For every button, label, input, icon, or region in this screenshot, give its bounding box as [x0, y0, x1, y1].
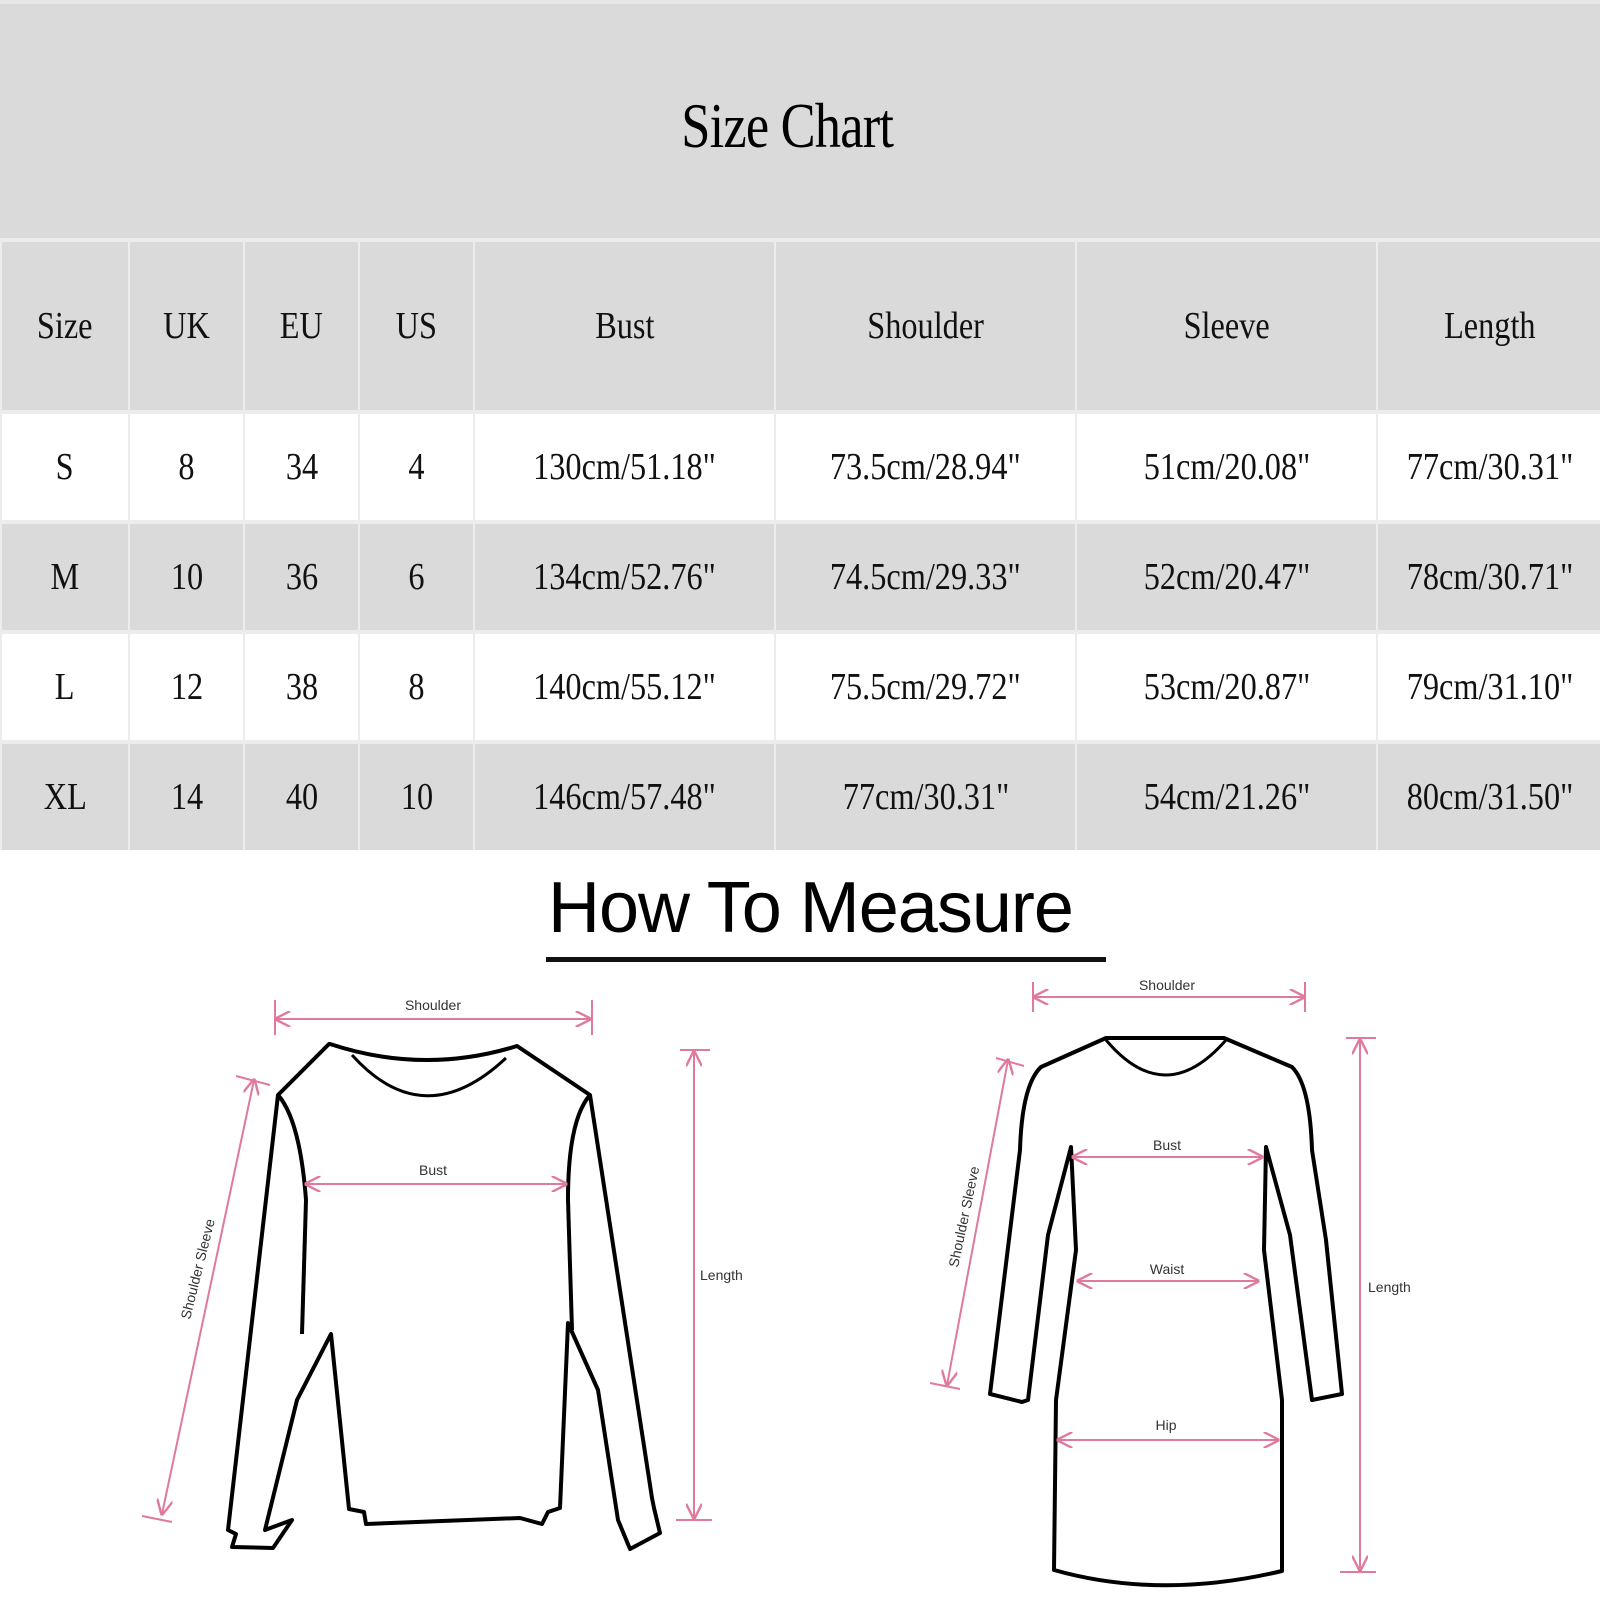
- cell-shoulder: 74.5cm/29.33": [774, 520, 1076, 632]
- dress-waist-label: Waist: [1150, 1261, 1185, 1277]
- how-to-measure-title: How To Measure: [548, 868, 1074, 948]
- tick: [929, 1382, 961, 1390]
- cell-uk: 12: [128, 630, 244, 742]
- cell-length: 79cm/31.10": [1376, 630, 1600, 742]
- header-bust: Bust: [473, 238, 775, 412]
- table-row: L 12 38 8 140cm/55.12" 75.5cm/29.72" 53c…: [0, 630, 1600, 742]
- header-size: Size: [0, 238, 129, 412]
- cell-eu: 36: [243, 520, 359, 632]
- cell-shoulder: 77cm/30.31": [774, 740, 1076, 850]
- size-chart-title: Size Chart: [681, 90, 894, 161]
- dress-bust-label: Bust: [1153, 1137, 1181, 1153]
- cell-uk: 14: [128, 740, 244, 850]
- dress-shoulder-label: Shoulder: [1139, 977, 1195, 993]
- cell-bust: 146cm/57.48": [473, 740, 775, 850]
- cell-eu: 34: [243, 410, 359, 522]
- cell-sleeve: 54cm/21.26": [1075, 740, 1377, 850]
- sweatshirt-bust-label: Bust: [419, 1162, 447, 1178]
- cell-sleeve: 51cm/20.08": [1075, 410, 1377, 522]
- cell-size: S: [0, 410, 129, 522]
- header-us: US: [358, 238, 474, 412]
- sweatshirt-length-label: Length: [700, 1267, 743, 1283]
- cell-us: 10: [358, 740, 474, 850]
- tick: [995, 1057, 1025, 1067]
- dress-sleeve-label: Shoulder Sleeve: [945, 1165, 982, 1269]
- table-row: XL 14 40 10 146cm/57.48" 77cm/30.31" 54c…: [0, 740, 1600, 850]
- sweatshirt-sleeve-label: Shoulder Sleeve: [177, 1217, 217, 1321]
- measurement-diagrams: Shoulder Bust Shoulder Sleeve Length Sho…: [141, 977, 1411, 1588]
- cell-length: 77cm/30.31": [1376, 410, 1600, 522]
- tick: [141, 1515, 173, 1523]
- cell-shoulder: 73.5cm/28.94": [774, 410, 1076, 522]
- cell-eu: 40: [243, 740, 359, 850]
- dress-outline: [988, 1035, 1344, 1588]
- table-row: S 8 34 4 130cm/51.18" 73.5cm/28.94" 51cm…: [0, 410, 1600, 522]
- cell-bust: 140cm/55.12": [473, 630, 775, 742]
- cell-uk: 10: [128, 520, 244, 632]
- cell-sleeve: 52cm/20.47": [1075, 520, 1377, 632]
- cell-us: 4: [358, 410, 474, 522]
- cell-size: XL: [0, 740, 129, 850]
- cell-us: 6: [358, 520, 474, 632]
- cell-us: 8: [358, 630, 474, 742]
- table-header-row: Size UK EU US Bust Shoulder Sleeve Lengt…: [0, 238, 1600, 412]
- dress-length-label: Length: [1368, 1279, 1411, 1295]
- cell-shoulder: 75.5cm/29.72": [774, 630, 1076, 742]
- dress-hip-label: Hip: [1155, 1417, 1176, 1433]
- sweatshirt-shoulder-label: Shoulder: [405, 997, 461, 1013]
- cell-length: 78cm/30.71": [1376, 520, 1600, 632]
- cell-bust: 134cm/52.76": [473, 520, 775, 632]
- size-chart-header: Size Chart: [0, 0, 1600, 238]
- table-row: M 10 36 6 134cm/52.76" 74.5cm/29.33" 52c…: [0, 520, 1600, 632]
- cell-uk: 8: [128, 410, 244, 522]
- cell-size: L: [0, 630, 129, 742]
- header-eu: EU: [243, 238, 359, 412]
- sweatshirt-diagram: Shoulder Bust Shoulder Sleeve Length: [141, 997, 743, 1551]
- cell-size: M: [0, 520, 129, 632]
- cell-sleeve: 53cm/20.87": [1075, 630, 1377, 742]
- cell-bust: 130cm/51.18": [473, 410, 775, 522]
- header-length: Length: [1376, 238, 1600, 412]
- cell-length: 80cm/31.50": [1376, 740, 1600, 850]
- size-table: Size UK EU US Bust Shoulder Sleeve Lengt…: [0, 238, 1600, 850]
- dress-diagram: Shoulder Bust Waist Hip Shoulder Sleeve …: [929, 977, 1411, 1588]
- cell-eu: 38: [243, 630, 359, 742]
- header-uk: UK: [128, 238, 244, 412]
- header-sleeve: Sleeve: [1075, 238, 1377, 412]
- header-shoulder: Shoulder: [774, 238, 1076, 412]
